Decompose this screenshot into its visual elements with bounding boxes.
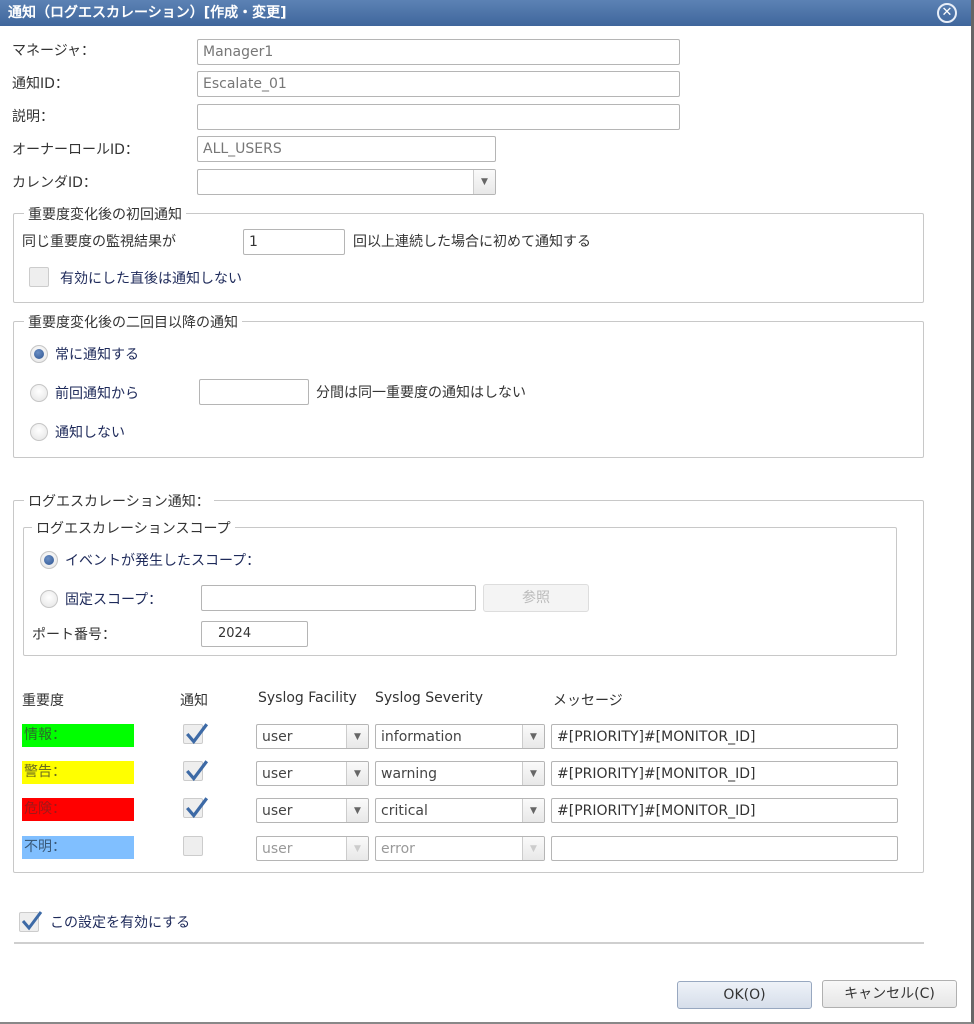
port-label: ポート番号： bbox=[32, 627, 116, 643]
header-message: メッセージ bbox=[553, 693, 623, 709]
description-field[interactable] bbox=[197, 104, 680, 130]
syslog-severity-value: critical bbox=[381, 803, 428, 819]
initial-notify-suffix: 回以上連続した場合に初めて通知する bbox=[353, 234, 591, 250]
header-facility: Syslog Facility bbox=[258, 690, 357, 706]
message-field[interactable]: #[PRIORITY]#[MONITOR_ID] bbox=[551, 761, 898, 786]
initial-notify-legend: 重要度変化後の初回通知 bbox=[24, 204, 186, 224]
suppress-after-enable-label: 有効にした直後は通知しない bbox=[60, 271, 242, 287]
chevron-down-icon[interactable]: ▼ bbox=[346, 837, 368, 860]
since-last-notify-label: 前回通知から bbox=[55, 386, 139, 402]
chevron-down-icon[interactable]: ▼ bbox=[522, 837, 544, 860]
dialog-title: 通知（ログエスカレーション）[作成・変更] bbox=[8, 5, 287, 21]
facility-select[interactable]: user ▼ bbox=[256, 724, 369, 749]
chevron-down-icon[interactable]: ▼ bbox=[522, 725, 544, 748]
log-escalation-legend: ログエスカレーション通知： bbox=[24, 491, 214, 511]
subsequent-notify-legend: 重要度変化後の二回目以降の通知 bbox=[24, 312, 242, 332]
severity-label: 危険： bbox=[22, 798, 134, 821]
chevron-down-icon[interactable]: ▼ bbox=[473, 170, 495, 194]
chevron-down-icon[interactable]: ▼ bbox=[346, 799, 368, 822]
chevron-down-icon[interactable]: ▼ bbox=[346, 762, 368, 785]
severity-label: 警告： bbox=[22, 761, 134, 784]
ok-button[interactable]: OK(O) bbox=[677, 981, 812, 1009]
calendar-id-label: カレンダID： bbox=[12, 175, 97, 191]
initial-notify-count-field[interactable]: 1 bbox=[243, 229, 345, 255]
minutes-suffix: 分間は同一重要度の通知はしない bbox=[316, 385, 526, 401]
syslog-severity-select[interactable]: warning ▼ bbox=[375, 761, 545, 786]
facility-value: user bbox=[262, 766, 293, 782]
always-notify-radio[interactable] bbox=[30, 345, 48, 363]
notify-checkbox[interactable] bbox=[183, 797, 209, 819]
facility-select[interactable]: user ▼ bbox=[256, 836, 369, 861]
chevron-down-icon[interactable]: ▼ bbox=[346, 725, 368, 748]
enable-setting-label: この設定を有効にする bbox=[50, 915, 191, 931]
severity-label: 情報： bbox=[22, 724, 134, 747]
scope-legend: ログエスカレーションスコープ bbox=[32, 518, 235, 538]
no-notify-radio[interactable] bbox=[30, 423, 48, 441]
notify-checkbox[interactable] bbox=[183, 760, 209, 782]
initial-notify-group: 重要度変化後の初回通知 bbox=[13, 204, 924, 303]
facility-select[interactable]: user ▼ bbox=[256, 798, 369, 823]
facility-select[interactable]: user ▼ bbox=[256, 761, 369, 786]
severity-label: 不明： bbox=[22, 836, 134, 859]
header-severity: 重要度 bbox=[22, 693, 64, 709]
enable-setting-checkbox[interactable] bbox=[19, 911, 43, 932]
owner-role-id-label: オーナーロールID： bbox=[12, 142, 139, 158]
fixed-scope-field[interactable] bbox=[201, 585, 476, 611]
notify-checkbox[interactable] bbox=[183, 723, 209, 745]
port-field[interactable]: 2024 bbox=[201, 621, 308, 647]
checkmark-icon bbox=[21, 911, 43, 931]
message-field[interactable]: #[PRIORITY]#[MONITOR_ID] bbox=[551, 798, 898, 823]
facility-value: user bbox=[262, 803, 293, 819]
fixed-scope-label: 固定スコープ： bbox=[65, 592, 163, 608]
suppress-after-enable-checkbox[interactable] bbox=[29, 267, 49, 287]
owner-role-id-field[interactable]: ALL_USERS bbox=[197, 136, 496, 162]
event-scope-radio[interactable] bbox=[40, 551, 58, 569]
syslog-severity-select[interactable]: critical ▼ bbox=[375, 798, 545, 823]
message-field[interactable] bbox=[551, 836, 898, 861]
message-field[interactable]: #[PRIORITY]#[MONITOR_ID] bbox=[551, 724, 898, 749]
header-notify: 通知 bbox=[180, 693, 208, 709]
syslog-severity-value: information bbox=[381, 729, 462, 745]
notify-id-field[interactable]: Escalate_01 bbox=[197, 71, 680, 97]
divider bbox=[14, 942, 924, 944]
cancel-button[interactable]: キャンセル(C) bbox=[822, 980, 957, 1008]
fixed-scope-radio[interactable] bbox=[40, 590, 58, 608]
syslog-severity-select[interactable]: information ▼ bbox=[375, 724, 545, 749]
description-label: 説明： bbox=[12, 109, 54, 125]
facility-value: user bbox=[262, 729, 293, 745]
no-notify-label: 通知しない bbox=[55, 425, 125, 441]
notify-id-label: 通知ID： bbox=[12, 76, 69, 92]
checkmark-icon bbox=[186, 760, 209, 782]
dialog-titlebar: 通知（ログエスカレーション）[作成・変更] ✕ bbox=[0, 0, 971, 26]
syslog-severity-value: error bbox=[381, 841, 415, 857]
chevron-down-icon[interactable]: ▼ bbox=[522, 799, 544, 822]
minutes-field[interactable] bbox=[199, 379, 309, 405]
manager-label: マネージャ： bbox=[12, 43, 96, 59]
notify-checkbox[interactable] bbox=[183, 836, 203, 856]
calendar-id-select[interactable]: ▼ bbox=[197, 169, 496, 195]
header-syslog-severity: Syslog Severity bbox=[375, 690, 484, 706]
event-scope-label: イベントが発生したスコープ： bbox=[65, 553, 261, 569]
chevron-down-icon[interactable]: ▼ bbox=[522, 762, 544, 785]
browse-button[interactable]: 参照 bbox=[483, 584, 589, 612]
manager-field[interactable]: Manager1 bbox=[197, 39, 680, 65]
since-last-notify-radio[interactable] bbox=[30, 384, 48, 402]
syslog-severity-value: warning bbox=[381, 766, 438, 782]
notification-dialog: 通知（ログエスカレーション）[作成・変更] ✕ マネージャ： Manager1 … bbox=[0, 0, 974, 1024]
syslog-severity-select[interactable]: error ▼ bbox=[375, 836, 545, 861]
close-icon[interactable]: ✕ bbox=[937, 3, 957, 23]
checkmark-icon bbox=[186, 723, 209, 745]
facility-value: user bbox=[262, 841, 293, 857]
always-notify-label: 常に通知する bbox=[55, 347, 139, 363]
initial-notify-prefix: 同じ重要度の監視結果が bbox=[22, 234, 176, 250]
checkmark-icon bbox=[186, 797, 209, 819]
